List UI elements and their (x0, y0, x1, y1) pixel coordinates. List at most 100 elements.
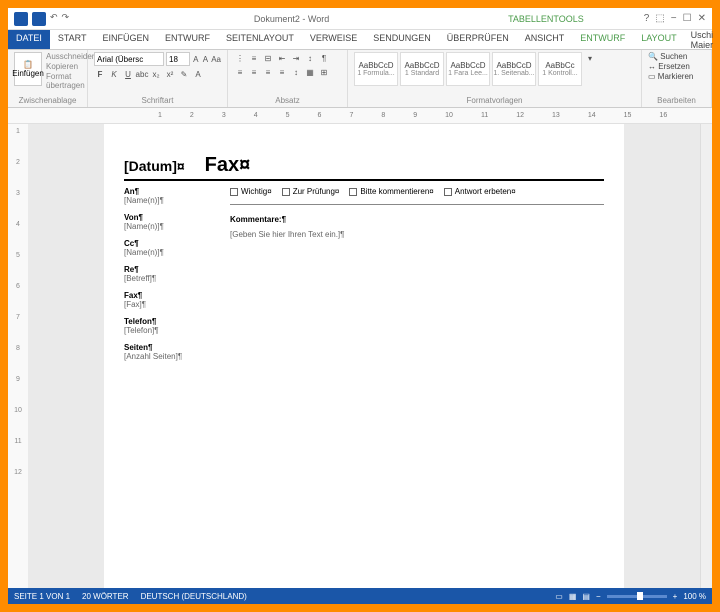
document-page[interactable]: [Datum]¤ Fax¤ An¶[Name(n)]¶ Von¶[Name(n)… (104, 124, 624, 588)
underline-icon[interactable]: U (122, 68, 134, 80)
align-left-icon[interactable]: ≡ (234, 66, 246, 78)
justify-icon[interactable]: ≡ (276, 66, 288, 78)
tab-insert[interactable]: EINFÜGEN (95, 30, 158, 49)
ribbon-collapse-icon[interactable]: ⬚ (655, 13, 664, 24)
font-color-icon[interactable]: A (192, 68, 204, 80)
check-review[interactable]: Zur Prüfung¤ (282, 187, 340, 196)
ribbon: 📋Einfügen Ausschneiden Kopieren Format ü… (8, 50, 712, 108)
style-item[interactable]: AaBbCcD1 Formula... (354, 52, 398, 86)
status-page[interactable]: SEITE 1 VON 1 (14, 592, 70, 601)
change-case-icon[interactable]: Aa (211, 53, 221, 65)
sort-icon[interactable]: ↕ (304, 52, 316, 64)
zoom-level[interactable]: 100 % (683, 592, 706, 601)
multilevel-icon[interactable]: ⊟ (262, 52, 274, 64)
superscript-icon[interactable]: x² (164, 68, 176, 80)
tab-view[interactable]: ANSICHT (517, 30, 573, 49)
undo-icon[interactable]: ↶ (50, 12, 58, 26)
status-language[interactable]: DEUTSCH (DEUTSCHLAND) (141, 592, 247, 601)
numbering-icon[interactable]: ≡ (248, 52, 260, 64)
help-icon[interactable]: ? (644, 13, 650, 24)
user-name-label: Uschi Maier (691, 30, 719, 50)
view-web-icon[interactable]: ▤ (582, 592, 590, 601)
save-icon[interactable] (32, 12, 46, 26)
shrink-font-icon[interactable]: A (202, 53, 210, 65)
ribbon-group-paragraph: ⋮ ≡ ⊟ ⇤ ⇥ ↕ ¶ ≡ ≡ ≡ ≡ ↕ ▦ ⊞ Absatz (228, 50, 348, 107)
ribbon-group-font: A A Aa F K U abc x₂ x² ✎ A Schriftart (88, 50, 228, 107)
italic-icon[interactable]: K (108, 68, 120, 80)
style-item[interactable]: AaBbCc1 Kontroll... (538, 52, 582, 86)
indent-inc-icon[interactable]: ⇥ (290, 52, 302, 64)
borders-icon[interactable]: ⊞ (318, 66, 330, 78)
grow-font-icon[interactable]: A (192, 53, 200, 65)
fax-title[interactable]: Fax¤ (205, 154, 251, 177)
ribbon-group-clipboard: 📋Einfügen Ausschneiden Kopieren Format ü… (8, 50, 88, 107)
fax-right: Wichtig¤ Zur Prüfung¤ Bitte kommentieren… (230, 187, 604, 369)
check-urgent[interactable]: Wichtig¤ (230, 187, 272, 196)
field-fax: Fax¶[Fax]¶ (124, 291, 214, 309)
fax-fields: An¶[Name(n)]¶ Von¶[Name(n)]¶ Cc¶[Name(n)… (124, 187, 214, 369)
line-spacing-icon[interactable]: ↕ (290, 66, 302, 78)
strike-icon[interactable]: abc (136, 68, 148, 80)
status-words[interactable]: 20 WÖRTER (82, 592, 129, 601)
word-app: ↶ ↷ Dokument2 - Word TABELLENTOOLS ? ⬚ −… (8, 8, 712, 604)
comments-label[interactable]: Kommentare:¶ (230, 215, 604, 224)
comments-text[interactable]: [Geben Sie hier Ihren Text ein.]¶ (230, 230, 604, 239)
styles-more-icon[interactable]: ▾ (584, 52, 596, 64)
workspace: 123456789101112 [Datum]¤ Fax¤ An¶[Name(n… (8, 124, 712, 588)
align-right-icon[interactable]: ≡ (262, 66, 274, 78)
ribbon-group-editing: 🔍 Suchen ↔ Ersetzen ▭ Markieren Bearbeit… (642, 50, 712, 107)
horizontal-ruler[interactable]: 12345678910111213141516 (8, 108, 712, 124)
check-comment[interactable]: Bitte kommentieren¤ (349, 187, 433, 196)
align-center-icon[interactable]: ≡ (248, 66, 260, 78)
find-button[interactable]: 🔍 Suchen (648, 52, 705, 61)
window-controls: ? ⬚ − ☐ ✕ (644, 13, 712, 24)
tab-pagelayout[interactable]: SEITENLAYOUT (218, 30, 302, 49)
font-size-input[interactable] (166, 52, 190, 66)
quick-access-toolbar: ↶ ↷ (8, 12, 75, 26)
contextual-tab-label: TABELLENTOOLS (508, 14, 584, 24)
style-item[interactable]: AaBbCcD1 Standard (400, 52, 444, 86)
ribbon-group-styles: AaBbCcD1 Formula... AaBbCcD1 Standard Aa… (348, 50, 642, 107)
tab-references[interactable]: VERWEISE (302, 30, 365, 49)
style-item[interactable]: AaBbCcD1. Seitenab... (492, 52, 536, 86)
tab-ctx-design[interactable]: ENTWURF (572, 30, 633, 49)
view-read-icon[interactable]: ▭ (555, 592, 563, 601)
tab-review[interactable]: ÜBERPRÜFEN (439, 30, 517, 49)
vertical-ruler[interactable]: 123456789101112 (8, 124, 28, 588)
subscript-icon[interactable]: x₂ (150, 68, 162, 80)
fax-options: Wichtig¤ Zur Prüfung¤ Bitte kommentieren… (230, 187, 604, 205)
tab-ctx-layout[interactable]: LAYOUT (633, 30, 684, 49)
status-bar: SEITE 1 VON 1 20 WÖRTER DEUTSCH (DEUTSCH… (8, 588, 712, 604)
view-print-icon[interactable]: ▦ (569, 592, 577, 601)
replace-button[interactable]: ↔ Ersetzen (648, 62, 705, 71)
bold-icon[interactable]: F (94, 68, 106, 80)
date-placeholder[interactable]: [Datum]¤ (124, 158, 185, 174)
style-item[interactable]: AaBbCcD1 Fara Lee... (446, 52, 490, 86)
close-icon[interactable]: ✕ (698, 13, 706, 24)
group-label: Bearbeiten (648, 96, 705, 105)
font-name-input[interactable] (94, 52, 164, 66)
redo-icon[interactable]: ↷ (62, 12, 70, 26)
zoom-slider[interactable] (607, 595, 667, 598)
bullets-icon[interactable]: ⋮ (234, 52, 246, 64)
indent-dec-icon[interactable]: ⇤ (276, 52, 288, 64)
zoom-in-icon[interactable]: + (673, 592, 678, 601)
vertical-scrollbar[interactable] (700, 124, 712, 588)
word-icon[interactable] (14, 12, 28, 26)
minimize-icon[interactable]: − (671, 13, 677, 24)
title-bar: ↶ ↷ Dokument2 - Word TABELLENTOOLS ? ⬚ −… (8, 8, 712, 30)
user-account[interactable]: Uschi Maier (685, 30, 720, 49)
maximize-icon[interactable]: ☐ (683, 13, 692, 24)
document-title: Dokument2 - Word (75, 14, 508, 24)
highlight-icon[interactable]: ✎ (178, 68, 190, 80)
shading-icon[interactable]: ▦ (304, 66, 316, 78)
select-button[interactable]: ▭ Markieren (648, 72, 705, 81)
paste-button[interactable]: 📋Einfügen (14, 52, 42, 86)
show-marks-icon[interactable]: ¶ (318, 52, 330, 64)
tab-file[interactable]: DATEI (8, 30, 50, 49)
tab-start[interactable]: START (50, 30, 95, 49)
tab-mailings[interactable]: SENDUNGEN (365, 30, 439, 49)
check-reply[interactable]: Antwort erbeten¤ (444, 187, 516, 196)
tab-design[interactable]: ENTWURF (157, 30, 218, 49)
zoom-out-icon[interactable]: − (596, 592, 601, 601)
